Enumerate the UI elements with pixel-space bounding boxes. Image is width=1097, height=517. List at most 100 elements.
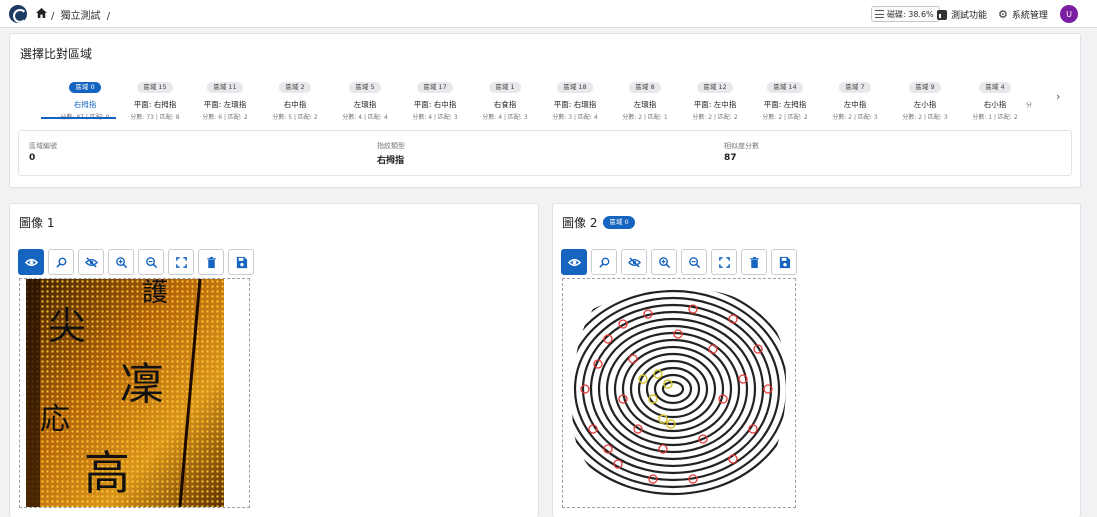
save-button[interactable]	[228, 249, 254, 275]
delete-icon	[206, 256, 216, 268]
region-tab[interactable]: 區域 8 左環指 分數: 2 | 匹配: 1	[610, 74, 680, 121]
region-tab[interactable]: 區域 12 平面: 左中指 分數: 2 | 匹配: 2	[680, 74, 750, 121]
region-name: 左中指	[843, 100, 867, 109]
region-no-field: 區域編號 0	[29, 141, 57, 163]
region-panel-title: 選擇比對區域	[20, 47, 93, 61]
hide-features-button[interactable]	[621, 249, 647, 275]
region-tab[interactable]: 區域 18 平面: 右環指 分數: 3 | 匹配: 4	[540, 74, 610, 121]
region-meta: 分數: 2 | 匹配: 3	[902, 114, 948, 121]
region-name: 左環指	[633, 100, 657, 109]
eye-off-icon	[84, 256, 98, 268]
image2-title-text: 圖像 2	[562, 216, 598, 230]
image2-region-badge: 區域 0	[603, 216, 635, 229]
delete-button[interactable]	[741, 249, 767, 275]
region-tab-overflow[interactable]: 分	[1026, 98, 1046, 109]
region-chip: 區域 12	[697, 82, 733, 93]
region-tab[interactable]: 區域 0右拇指分數: 87 | 匹配: 9	[50, 74, 120, 121]
region-tab[interactable]: 區域 14 平面: 左拇指 分數: 2 | 匹配: 2	[750, 74, 820, 121]
breadcrumb-separator: /	[106, 11, 111, 22]
region-chip: 區域 5	[349, 82, 381, 93]
region-name: 平面: 左拇指	[763, 100, 807, 109]
breadcrumb-separator: /	[51, 11, 55, 22]
inspect-button[interactable]	[591, 249, 617, 275]
nav-test-functions[interactable]: 測試功能	[937, 8, 987, 21]
region-name: 平面: 右環指	[553, 100, 597, 109]
chevron-right-icon[interactable]: ›	[1056, 90, 1060, 103]
breadcrumb: / 獨立測試 /	[51, 7, 113, 22]
nav-admin-label: 系統管理	[1011, 11, 1048, 21]
save-icon	[236, 256, 247, 268]
zoom-out-button[interactable]	[681, 249, 707, 275]
region-meta: 分數: 73 | 匹配: 8	[130, 114, 180, 121]
region-chip: 區域 4	[979, 82, 1011, 93]
region-tab[interactable]: 區域 1 右食指 分數: 4 | 匹配: 3	[470, 74, 540, 121]
region-name: 平面: 左中指	[693, 100, 737, 109]
image1-title-text: 圖像 1	[19, 216, 55, 230]
eye-off-icon	[627, 256, 641, 268]
region-name: 右中指	[283, 100, 307, 109]
region-meta: 分數: 2 | 匹配: 2	[692, 114, 738, 121]
region-name: 左環指	[353, 100, 377, 109]
hide-features-button[interactable]	[78, 249, 104, 275]
save-icon	[779, 256, 790, 268]
fit-screen-button[interactable]	[711, 249, 737, 275]
region-chip: 區域 18	[557, 82, 593, 93]
zoom-out-icon	[688, 256, 700, 268]
nav-test-label: 測試功能	[951, 11, 988, 21]
region-tab[interactable]: 區域 4 右小指 分數: 1 | 匹配: 2	[960, 74, 1030, 121]
nav-system-admin[interactable]: ⚙ 系統管理	[998, 8, 1048, 22]
image1-canvas[interactable]: 尖 凜 応 高 護	[19, 278, 250, 508]
inspect-button[interactable]	[48, 249, 74, 275]
region-tab[interactable]: 區域 7 左中指 分數: 2 | 匹配: 3	[820, 74, 890, 121]
chart-icon	[937, 9, 949, 20]
svg-text:高: 高	[84, 446, 130, 500]
home-icon[interactable]	[36, 8, 47, 18]
score-value: 87	[724, 153, 737, 163]
delete-button[interactable]	[198, 249, 224, 275]
image1-card: 圖像 1 尖 凜 応 高 護	[9, 203, 539, 517]
region-name: 平面: 右拇指	[133, 100, 177, 109]
region-name: 左小指	[913, 100, 937, 109]
region-no-value: 0	[29, 153, 36, 163]
region-tab[interactable]: 區域 9 左小指分數: 2 | 匹配: 3	[890, 74, 960, 121]
image2-canvas[interactable]	[562, 278, 796, 508]
region-tab[interactable]: 區域 11 平面: 左環指 分數: 6 | 匹配: 2	[190, 74, 260, 121]
region-meta: 分	[1026, 102, 1033, 109]
save-button[interactable]	[771, 249, 797, 275]
region-meta: 分數: 4 | 匹配: 3	[482, 114, 528, 121]
show-features-button[interactable]	[561, 249, 587, 275]
fit-screen-button[interactable]	[168, 249, 194, 275]
app-logo[interactable]	[9, 5, 27, 23]
region-tab[interactable]: 區域 15 平面: 右拇指 分數: 73 | 匹配: 8	[120, 74, 190, 121]
region-tab[interactable]: 區域 5 左環指 分數: 4 | 匹配: 4	[330, 74, 400, 121]
zoom-in-button[interactable]	[108, 249, 134, 275]
eye-icon	[24, 258, 38, 266]
disk-usage-text: 磁碟: 38.6%	[887, 9, 934, 19]
latent-print-image: 尖 凜 応 高 護	[20, 278, 224, 508]
region-name: 平面: 右中指	[413, 100, 457, 109]
region-meta: 分數: 4 | 匹配: 3	[412, 114, 458, 121]
region-meta: 分數: 2 | 匹配: 2	[762, 114, 808, 121]
show-features-button[interactable]	[18, 249, 44, 275]
avatar[interactable]: U	[1060, 5, 1078, 23]
finger-type-value: 右拇指	[377, 156, 405, 166]
region-chip: 區域 1	[489, 82, 521, 93]
score-label: 相似度分數	[724, 142, 759, 150]
region-name: 平面: 左環指	[203, 100, 247, 109]
svg-text:尖: 尖	[48, 304, 86, 348]
region-chip: 區域 7	[839, 82, 871, 93]
region-chip: 區域 9	[909, 82, 941, 93]
zoom-in-button[interactable]	[651, 249, 677, 275]
region-chip: 區域 0	[69, 82, 101, 93]
eye-icon	[567, 258, 581, 266]
image2-title: 圖像 2 區域 0	[562, 214, 635, 231]
region-meta: 分數: 5 | 匹配: 2	[272, 114, 318, 121]
region-tab[interactable]: 區域 17 平面: 右中指 分數: 4 | 匹配: 3	[400, 74, 470, 121]
region-chip: 區域 11	[207, 82, 243, 93]
finger-type-field: 指紋類型 右拇指	[377, 141, 405, 166]
region-chip: 區域 14	[767, 82, 803, 93]
region-chip: 區域 2	[279, 82, 311, 93]
zoom-out-button[interactable]	[138, 249, 164, 275]
region-tab[interactable]: 區域 2 右中指分數: 5 | 匹配: 2	[260, 74, 330, 121]
breadcrumb-item[interactable]: 獨立測試	[61, 11, 101, 22]
